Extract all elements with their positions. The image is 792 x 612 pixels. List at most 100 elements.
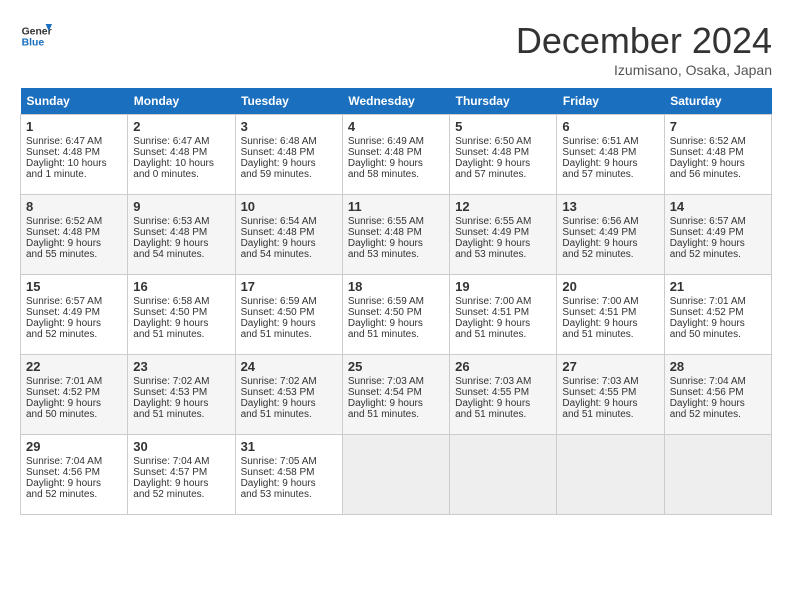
- day-info: Daylight: 9 hours: [562, 398, 658, 409]
- day-info: and 52 minutes.: [26, 489, 122, 500]
- day-number: 15: [26, 279, 122, 294]
- day-info: Sunrise: 7:05 AM: [241, 456, 337, 467]
- day-number: 30: [133, 439, 229, 454]
- day-info: Daylight: 9 hours: [455, 398, 551, 409]
- day-info: and 53 minutes.: [455, 249, 551, 260]
- day-info: and 51 minutes.: [133, 409, 229, 420]
- logo: General Blue: [20, 20, 52, 52]
- day-number: 11: [348, 199, 444, 214]
- day-info: Sunset: 4:56 PM: [26, 467, 122, 478]
- day-info: and 57 minutes.: [455, 169, 551, 180]
- day-info: Sunrise: 7:04 AM: [670, 376, 766, 387]
- day-info: and 50 minutes.: [670, 329, 766, 340]
- day-info: Sunset: 4:50 PM: [348, 307, 444, 318]
- day-info: Sunset: 4:49 PM: [455, 227, 551, 238]
- day-number: 18: [348, 279, 444, 294]
- day-info: Sunrise: 6:47 AM: [26, 136, 122, 147]
- day-info: Sunset: 4:52 PM: [670, 307, 766, 318]
- day-info: Sunset: 4:55 PM: [562, 387, 658, 398]
- day-number: 8: [26, 199, 122, 214]
- day-number: 17: [241, 279, 337, 294]
- day-info: Daylight: 9 hours: [455, 238, 551, 249]
- day-info: Sunset: 4:52 PM: [26, 387, 122, 398]
- day-info: Daylight: 10 hours: [26, 158, 122, 169]
- calendar-cell: 22Sunrise: 7:01 AMSunset: 4:52 PMDayligh…: [21, 355, 128, 435]
- calendar-cell: 16Sunrise: 6:58 AMSunset: 4:50 PMDayligh…: [128, 275, 235, 355]
- calendar-week-5: 29Sunrise: 7:04 AMSunset: 4:56 PMDayligh…: [21, 435, 772, 515]
- calendar-week-1: 1Sunrise: 6:47 AMSunset: 4:48 PMDaylight…: [21, 115, 772, 195]
- header-row: Sunday Monday Tuesday Wednesday Thursday…: [21, 88, 772, 115]
- day-info: Sunrise: 7:00 AM: [562, 296, 658, 307]
- calendar-cell: 26Sunrise: 7:03 AMSunset: 4:55 PMDayligh…: [450, 355, 557, 435]
- day-info: Sunrise: 6:47 AM: [133, 136, 229, 147]
- day-info: and 0 minutes.: [133, 169, 229, 180]
- day-info: and 56 minutes.: [670, 169, 766, 180]
- day-number: 19: [455, 279, 551, 294]
- svg-text:Blue: Blue: [22, 38, 45, 49]
- day-info: Sunset: 4:48 PM: [348, 227, 444, 238]
- day-number: 10: [241, 199, 337, 214]
- day-info: Sunrise: 6:57 AM: [26, 296, 122, 307]
- day-info: Sunset: 4:48 PM: [455, 147, 551, 158]
- col-saturday: Saturday: [664, 88, 771, 115]
- calendar-cell: 5Sunrise: 6:50 AMSunset: 4:48 PMDaylight…: [450, 115, 557, 195]
- day-number: 4: [348, 119, 444, 134]
- day-info: and 54 minutes.: [241, 249, 337, 260]
- calendar-week-3: 15Sunrise: 6:57 AMSunset: 4:49 PMDayligh…: [21, 275, 772, 355]
- calendar-table: Sunday Monday Tuesday Wednesday Thursday…: [20, 88, 772, 515]
- day-info: Sunrise: 7:03 AM: [348, 376, 444, 387]
- calendar-cell: 17Sunrise: 6:59 AMSunset: 4:50 PMDayligh…: [235, 275, 342, 355]
- day-number: 21: [670, 279, 766, 294]
- day-number: 27: [562, 359, 658, 374]
- day-info: Sunrise: 6:52 AM: [670, 136, 766, 147]
- day-info: Daylight: 9 hours: [455, 158, 551, 169]
- day-info: Sunset: 4:56 PM: [670, 387, 766, 398]
- day-info: Sunset: 4:48 PM: [26, 227, 122, 238]
- day-info: Sunset: 4:55 PM: [455, 387, 551, 398]
- day-number: 26: [455, 359, 551, 374]
- day-info: Daylight: 9 hours: [348, 318, 444, 329]
- day-info: Sunrise: 6:57 AM: [670, 216, 766, 227]
- day-number: 6: [562, 119, 658, 134]
- day-info: Sunset: 4:48 PM: [241, 147, 337, 158]
- day-info: Daylight: 9 hours: [562, 238, 658, 249]
- calendar-subtitle: Izumisano, Osaka, Japan: [516, 62, 772, 78]
- day-info: Daylight: 10 hours: [133, 158, 229, 169]
- calendar-cell: 27Sunrise: 7:03 AMSunset: 4:55 PMDayligh…: [557, 355, 664, 435]
- day-info: and 51 minutes.: [455, 329, 551, 340]
- col-sunday: Sunday: [21, 88, 128, 115]
- day-info: and 51 minutes.: [455, 409, 551, 420]
- calendar-cell: 4Sunrise: 6:49 AMSunset: 4:48 PMDaylight…: [342, 115, 449, 195]
- calendar-week-2: 8Sunrise: 6:52 AMSunset: 4:48 PMDaylight…: [21, 195, 772, 275]
- day-info: and 51 minutes.: [348, 409, 444, 420]
- day-info: Sunset: 4:49 PM: [670, 227, 766, 238]
- day-info: and 51 minutes.: [348, 329, 444, 340]
- day-info: and 52 minutes.: [26, 329, 122, 340]
- day-info: Sunrise: 7:01 AM: [670, 296, 766, 307]
- day-info: and 51 minutes.: [241, 409, 337, 420]
- day-info: and 51 minutes.: [562, 329, 658, 340]
- day-info: and 53 minutes.: [241, 489, 337, 500]
- day-number: 16: [133, 279, 229, 294]
- day-info: Sunset: 4:48 PM: [133, 227, 229, 238]
- day-info: and 51 minutes.: [562, 409, 658, 420]
- day-info: Daylight: 9 hours: [133, 478, 229, 489]
- day-info: Daylight: 9 hours: [670, 318, 766, 329]
- calendar-cell: 21 Sunrise: 7:01 AMSunset: 4:52 PMDayligh…: [664, 275, 771, 355]
- day-info: Sunrise: 6:59 AM: [241, 296, 337, 307]
- day-number: 22: [26, 359, 122, 374]
- day-info: Daylight: 9 hours: [133, 238, 229, 249]
- day-info: Sunset: 4:50 PM: [133, 307, 229, 318]
- calendar-cell: 20Sunrise: 7:00 AMSunset: 4:51 PMDayligh…: [557, 275, 664, 355]
- day-info: Daylight: 9 hours: [133, 398, 229, 409]
- day-number: 31: [241, 439, 337, 454]
- col-tuesday: Tuesday: [235, 88, 342, 115]
- calendar-cell: 6Sunrise: 6:51 AMSunset: 4:48 PMDaylight…: [557, 115, 664, 195]
- day-info: and 59 minutes.: [241, 169, 337, 180]
- calendar-cell: 7Sunrise: 6:52 AMSunset: 4:48 PMDaylight…: [664, 115, 771, 195]
- day-info: Sunset: 4:48 PM: [348, 147, 444, 158]
- day-info: Daylight: 9 hours: [241, 398, 337, 409]
- day-number: 3: [241, 119, 337, 134]
- day-info: Sunrise: 6:53 AM: [133, 216, 229, 227]
- calendar-cell: [342, 435, 449, 515]
